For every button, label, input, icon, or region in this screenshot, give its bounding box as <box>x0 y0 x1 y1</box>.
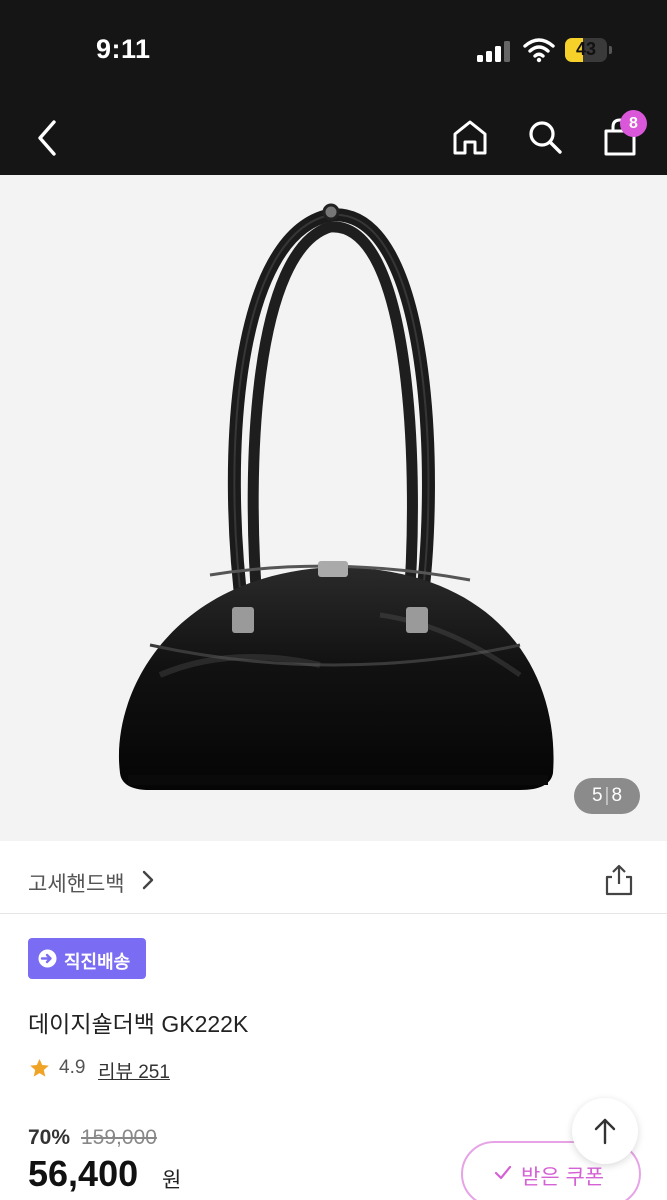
scroll-to-top-button[interactable] <box>572 1098 638 1164</box>
home-icon[interactable] <box>450 117 490 157</box>
wifi-icon <box>523 38 555 63</box>
handbag-image <box>118 203 554 790</box>
top-bar: 9:11 43 8 <box>0 0 667 175</box>
delivery-arrow-icon <box>38 949 57 968</box>
battery-level: 43 <box>575 39 597 59</box>
original-price: 159,000 <box>81 1126 157 1149</box>
product-title: 데이지숄더백 GK222K <box>28 1011 249 1037</box>
star-icon <box>30 1059 49 1077</box>
discount-rate: 70% <box>28 1126 71 1149</box>
review-count-link[interactable]: 리뷰 251 <box>98 1057 170 1084</box>
image-counter: 5 | 8 <box>574 778 640 814</box>
search-icon[interactable] <box>525 117 565 157</box>
brand-name[interactable]: 고세핸드백 <box>28 868 125 898</box>
image-total: 8 <box>611 785 623 806</box>
back-arrow-icon[interactable] <box>30 116 64 160</box>
chevron-right-icon <box>142 870 154 890</box>
cart-count-badge: 8 <box>620 110 647 137</box>
rating-value: 4.9 <box>59 1057 86 1078</box>
image-current: 5 <box>591 785 603 806</box>
direct-delivery-badge: 직진배송 <box>28 938 146 979</box>
brand-row[interactable]: 고세핸드백 <box>0 842 667 914</box>
cellular-signal-icon <box>477 40 511 62</box>
sale-price: 56,400 <box>28 1153 139 1194</box>
arrow-up-icon <box>594 1118 616 1145</box>
badge-label: 직진배송 <box>64 952 131 972</box>
status-time: 9:11 <box>96 34 151 64</box>
battery-icon: 43 <box>565 38 613 62</box>
product-image[interactable] <box>0 175 667 841</box>
check-icon <box>494 1165 512 1180</box>
share-icon[interactable] <box>603 864 635 896</box>
price-unit: 원 <box>162 1169 182 1192</box>
coupon-label: 받은 쿠폰 <box>521 1166 605 1189</box>
